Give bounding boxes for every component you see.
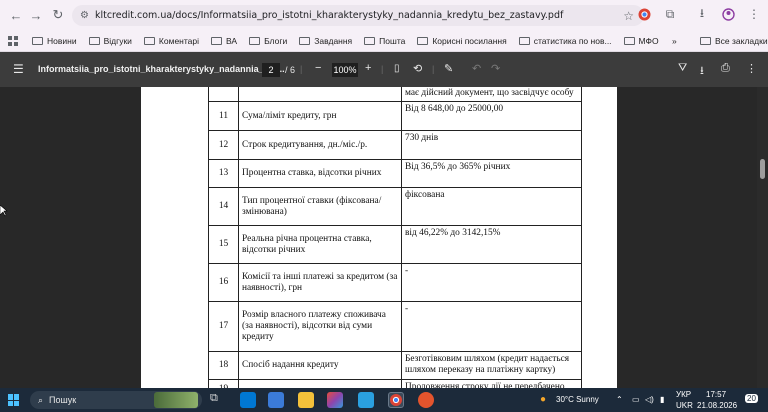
pdf-toolbar: ☰ Informatsiia_pro_istotni_kharakterysty… [0,52,768,87]
lang-top[interactable]: УКР [676,390,691,399]
bookmark-folder[interactable]: статистика по нов... [518,36,612,46]
mouse-cursor-icon [0,205,8,217]
folder-icon [32,36,43,45]
folder-icon [417,36,429,45]
apps-grid-icon[interactable] [8,35,18,46]
scrollbar[interactable] [757,87,768,388]
store-icon[interactable] [240,392,256,408]
file-explorer-icon[interactable] [298,392,314,408]
chrome-taskbar-icon[interactable] [388,392,404,408]
annotate-pen-icon[interactable]: ✎ [444,62,453,75]
page-number-input[interactable]: 2 [262,63,280,77]
bookmark-folder[interactable]: МФО [623,36,659,46]
profile-avatar-icon[interactable] [720,6,736,22]
windows-start-icon[interactable] [8,394,20,406]
chrome-extension-icon[interactable] [636,6,652,22]
address-bar[interactable]: ⚙ kltcredit.com.ua/docs/Informatsiia_pro… [72,5,644,26]
folder-icon [518,36,530,45]
bookmark-folder[interactable]: Блоги [249,36,287,46]
folder-icon [700,36,711,45]
all-bookmarks-folder[interactable]: Все закладки [700,36,768,46]
zoom-in-icon[interactable]: + [365,62,371,74]
bookmark-star-icon[interactable]: ☆ [623,9,634,23]
credit-terms-table: має дійсний документ, що засвідчує особу… [208,87,582,388]
folder-icon [364,36,376,45]
download-icon[interactable]: ⭳ [700,62,704,81]
bookmark-folder[interactable]: Новини [32,36,77,46]
print-icon[interactable]: ⎙ [721,62,730,75]
drive-save-icon[interactable]: ⛛ [678,62,687,75]
folder-icon [211,36,223,45]
hamburger-menu-icon[interactable]: ☰ [13,62,24,76]
battery-icon[interactable]: ▮ [660,395,664,404]
zoom-out-icon[interactable]: − [315,62,321,74]
tray-arrow-icon[interactable]: ⌃ [616,395,623,404]
weather-text[interactable]: 30°C Sunny [556,395,599,404]
search-icon: ⌕ [38,394,44,405]
pdf-title: Informatsiia_pro_istotni_kharakterystyky… [38,64,285,74]
copilot-icon[interactable] [327,392,343,408]
url-text: kltcredit.com.ua/docs/Informatsiia_pro_i… [94,10,564,21]
bookmark-folder[interactable]: Коментарі [143,36,199,46]
table-row: 14 Тип процентної ставки (фіксована/змін… [208,187,582,226]
more-options-icon[interactable]: ⋮ [746,62,757,75]
browser-toolbar: ← → ↻ ⚙ kltcredit.com.ua/docs/Informatsi… [0,0,768,30]
clock-time[interactable]: 17:57 [706,390,726,399]
table-row: 13 Процентна ставка, відсотки річних Від… [208,159,582,188]
taskbar-search[interactable]: ⌕ Пошук [30,391,202,409]
calculator-icon[interactable] [268,392,284,408]
volume-icon[interactable]: ◁) [645,395,654,404]
pdf-page: має дійсний документ, що засвідчує особу… [141,87,617,388]
folder-icon [623,36,635,45]
table-row: 11 Сума/ліміт кредиту, грн Від 8 648,00 … [208,101,582,131]
bookmark-folder[interactable]: Завдання [299,36,352,46]
folder-icon [249,36,261,45]
toolbar-divider: | [381,64,384,74]
pdf-viewer[interactable]: має дійсний документ, що засвідчує особу… [0,87,768,388]
folder-icon [299,36,311,45]
app-icon[interactable] [358,392,374,408]
taskbar: ⌕ Пошук ⧉ ● 30°C Sunny ⌃ ▭ ◁) ▮ УКР UKR … [0,388,768,412]
reload-icon[interactable]: ↻ [46,3,70,27]
table-row: 16 Комісії та інші платежі за кредитом (… [208,263,582,302]
search-highlight-image [154,392,198,408]
bookmarks-bar: Новини Відгуки Коментарі ВА Блоги Завдан… [0,30,768,52]
bookmarks-overflow-button[interactable]: » [672,36,677,46]
fit-page-icon[interactable]: ▯ [394,63,400,74]
zoom-level-input[interactable]: 100% [332,63,358,77]
table-row: 17 Розмір власного платежу споживача (за… [208,301,582,352]
bookmark-folder[interactable]: Відгуки [88,36,132,46]
scrollbar-thumb[interactable] [760,159,765,179]
network-icon[interactable]: ▭ [632,395,640,404]
site-info-icon[interactable]: ⚙ [80,10,89,21]
table-row: 12 Строк кредитування, дн./міс./р. 730 д… [208,130,582,160]
table-row: 15 Реальна річна процентна ставка, відсо… [208,225,582,264]
lang-bottom[interactable]: UKR [676,401,693,410]
redo-icon[interactable]: ↷ [491,62,500,75]
extensions-puzzle-icon[interactable]: ⧉ [662,6,678,22]
table-row: 18 Спосіб надання кредиту Безготівковим … [208,351,582,380]
toolbar-divider: | [300,64,303,74]
folder-icon [143,36,155,45]
clock-date[interactable]: 21.08.2026 [697,401,737,410]
folder-icon [88,36,100,45]
bookmark-folder[interactable]: Пошта [364,36,405,46]
opera-icon[interactable] [418,392,434,408]
undo-icon[interactable]: ↶ [472,62,481,75]
table-row: має дійсний документ, що засвідчує особу [208,87,582,102]
rotate-icon[interactable]: ⟲ [413,62,422,75]
toolbar-divider: | [432,64,435,74]
sun-icon: ● [540,394,547,405]
forward-arrow-icon[interactable]: → [24,3,48,27]
table-row: 19 Продовження строку дії не передбачено [208,379,582,388]
download-icon[interactable]: ⭳ [694,6,710,22]
bookmark-folder[interactable]: Корисні посилання [417,36,507,46]
menu-dots-icon[interactable]: ⋮ [746,6,762,22]
page-total: / 6 [285,65,296,75]
bookmark-folder[interactable]: ВА [211,36,237,46]
task-view-icon[interactable]: ⧉ [210,392,226,408]
notification-badge[interactable]: 20 [745,394,758,403]
